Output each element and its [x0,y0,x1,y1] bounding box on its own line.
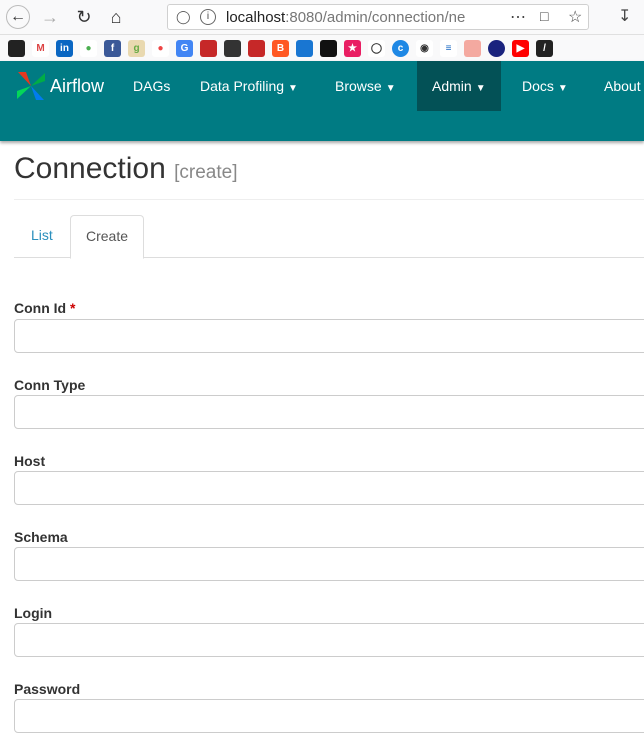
more-dots-icon[interactable]: ⋯ [510,7,526,27]
star-icon[interactable]: ☆ [568,7,582,27]
forward-icon[interactable]: → [38,5,62,29]
sun-bookmark-icon[interactable] [296,39,313,57]
eye-bookmark-icon[interactable]: ◉ [416,39,433,57]
required-marker: * [70,300,76,316]
home-icon[interactable]: ⌂ [104,5,128,29]
header-divider [14,199,644,200]
nav-about[interactable]: About [604,61,641,111]
password-input[interactable] [14,699,644,733]
nav-browse[interactable]: Browse ▼ [335,61,396,111]
download-icon[interactable]: ↧ [618,6,631,26]
host-input[interactable] [14,471,644,505]
face-bookmark-icon[interactable] [464,39,481,57]
star-bookmark-icon[interactable]: ★ [344,39,361,57]
page-title: Connection [create] [14,152,238,185]
itu-bookmark-icon[interactable] [488,39,505,57]
login-label: Login [14,605,53,621]
blogger-bookmark-icon[interactable]: B [272,39,289,57]
schema-input[interactable] [14,547,644,581]
reload-icon[interactable]: ↻ [72,5,96,29]
puzzle-bookmark-icon[interactable] [248,39,265,57]
github-bookmark-icon[interactable] [8,39,25,57]
slash-bookmark-icon[interactable]: / [536,39,553,57]
schema-label: Schema [14,529,68,545]
airflow-brand[interactable]: Airflow [50,76,104,97]
goodreads-bookmark-icon[interactable]: g [128,39,145,57]
nav-data-profiling[interactable]: Data Profiling ▼ [200,61,298,111]
nav-dags[interactable]: DAGs [133,61,170,111]
seal-bookmark-icon[interactable] [224,39,241,57]
browser-toolbar: ← → ↻ ⌂ ◯ i localhost:8080/admin/connect… [0,0,644,35]
youtube-bookmark-icon[interactable]: ▶ [512,39,529,57]
conn-id-label: Conn Id * [14,300,76,316]
conn-type-input[interactable] [14,395,644,429]
password-label: Password [14,681,81,697]
airflow-navbar: Airflow DAGs Data Profiling ▼ Browse ▼ Adm… [0,61,644,141]
conn-type-label: Conn Type [14,377,86,393]
url-text[interactable]: localhost:8080/admin/connection/ne [226,9,474,26]
red-bookmark-icon[interactable] [200,39,217,57]
pocket-icon[interactable]: □ [540,8,548,24]
address-bar[interactable]: ◯ i localhost:8080/admin/connection/ne ⋯… [167,4,589,30]
bookmarks-bar: M in ● f g ● G B ★ ◯ c ◉ ≡ ▶ / [0,35,644,61]
facebook-bookmark-icon[interactable]: f [104,39,121,57]
linkedin-bookmark-icon[interactable]: in [56,39,73,57]
conn-id-input[interactable] [14,319,644,353]
nav-admin[interactable]: Admin ▼ [417,61,501,111]
airflow-logo-icon[interactable] [14,69,48,103]
tab-list[interactable]: List [16,215,68,256]
c-bookmark-icon[interactable]: c [392,39,409,57]
page-subtitle: [create] [174,162,238,183]
tab-create[interactable]: Create [70,215,145,259]
chevron-down-icon: ▼ [475,83,486,94]
chevron-down-icon: ▼ [385,83,396,94]
leaf-bookmark-icon[interactable]: ● [80,39,97,57]
info-icon[interactable]: i [200,9,216,25]
host-label: Host [14,453,46,469]
chevron-down-icon: ▼ [557,83,568,94]
login-input[interactable] [14,623,644,657]
tab-bar: List Create [14,215,644,259]
gmail-bookmark-icon[interactable]: M [32,39,49,57]
shield-icon[interactable]: ◯ [176,9,191,25]
chevron-down-icon: ▼ [288,83,298,94]
globe-bookmark-icon[interactable]: ◯ [368,39,385,57]
dots-bookmark-icon[interactable]: ● [152,39,169,57]
back-icon[interactable]: ← [6,5,30,29]
stack-bookmark-icon[interactable]: ≡ [440,39,457,57]
ledu-bookmark-icon[interactable] [320,39,337,57]
translate-bookmark-icon[interactable]: G [176,39,193,57]
nav-docs[interactable]: Docs ▼ [522,61,568,111]
